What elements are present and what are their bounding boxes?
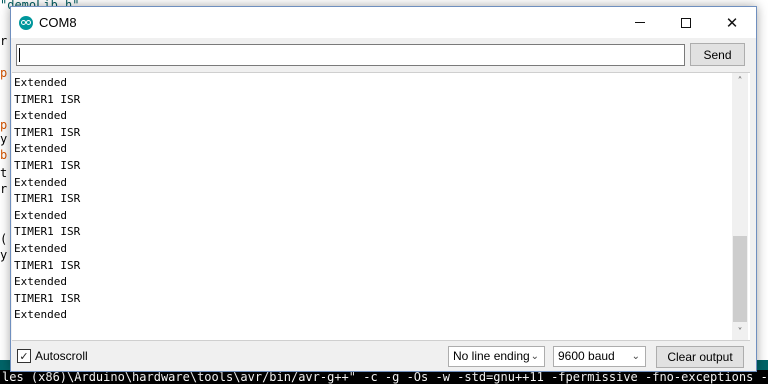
arduino-logo-icon <box>19 16 33 30</box>
serial-output-line: TIMER1 ISR <box>14 291 81 305</box>
editor-code-line: p <box>0 66 8 80</box>
minimize-button[interactable] <box>617 7 663 38</box>
chevron-down-icon: ⌄ <box>530 351 539 362</box>
serial-output-line: Extended <box>14 76 67 89</box>
scroll-down-icon[interactable]: ˅ <box>732 324 748 340</box>
maximize-icon <box>681 17 691 28</box>
title-bar[interactable]: COM8 ✕ <box>11 7 756 38</box>
console-output-line: les (x86)\Arduino\hardware\tools\avr/bin… <box>2 370 768 384</box>
minimize-icon <box>635 22 645 23</box>
serial-output-line: Extended <box>14 175 67 189</box>
editor-code-line: r <box>0 34 8 48</box>
serial-output-line: TIMER1 ISR <box>14 92 81 106</box>
editor-code-area: "demoLib.h"rppybtr(y <box>0 0 79 340</box>
editor-code-line: r <box>0 182 8 196</box>
serial-output-line: Extended <box>14 142 67 156</box>
serial-output-line: TIMER1 ISR <box>14 225 81 239</box>
checkmark-icon: ✓ <box>19 349 29 363</box>
maximize-button[interactable] <box>663 7 709 38</box>
line-ending-value: No line ending <box>453 349 530 363</box>
serial-output-line: TIMER1 ISR <box>14 192 81 206</box>
baud-rate-select[interactable]: 9600 baud ⌄ <box>553 346 646 367</box>
send-button[interactable]: Send <box>690 43 745 66</box>
close-icon: ✕ <box>725 13 739 32</box>
scroll-up-icon[interactable]: ˄ <box>732 73 748 89</box>
compiler-console: les (x86)\Arduino\hardware\tools\avr/bin… <box>0 370 768 384</box>
close-button[interactable]: ✕ <box>709 7 755 38</box>
chevron-down-icon: ⌄ <box>631 351 640 362</box>
serial-output-area[interactable]: Extended TIMER1 ISR Extended TIMER1 ISR Exte… <box>12 72 750 341</box>
editor-code-line: y <box>0 132 8 146</box>
send-message-input[interactable] <box>16 44 685 66</box>
serial-output-line: Extended <box>14 308 67 322</box>
clear-output-button[interactable]: Clear output <box>656 346 744 368</box>
baud-rate-value: 9600 baud <box>558 349 615 363</box>
serial-output-line: Extended <box>14 109 67 123</box>
serial-monitor-window: COM8 ✕ Send Extended TIMER1 ISR Extended TI… <box>10 6 757 372</box>
editor-code-line: ( <box>0 232 8 246</box>
window-title: COM8 <box>39 15 77 30</box>
serial-output-line: Extended <box>14 241 67 255</box>
editor-code-line: b <box>0 148 8 162</box>
monitor-footer: ✓ Autoscroll No line ending ⌄ 9600 baud … <box>11 343 756 371</box>
serial-output-line: TIMER1 ISR <box>14 158 81 172</box>
editor-code-line: y <box>0 248 8 262</box>
serial-output-line: TIMER1 ISR <box>14 258 81 272</box>
output-scrollbar[interactable]: ˄ ˅ <box>732 73 748 340</box>
line-ending-select[interactable]: No line ending ⌄ <box>448 346 545 367</box>
autoscroll-checkbox[interactable]: ✓ <box>17 349 31 363</box>
serial-output-lines: Extended TIMER1 ISR Extended TIMER1 ISR Exte… <box>14 75 80 324</box>
serial-output-line: TIMER1 ISR <box>14 125 81 139</box>
editor-code-line: p <box>0 118 8 132</box>
serial-output-line: Extended <box>14 208 67 222</box>
autoscroll-label[interactable]: Autoscroll <box>35 349 88 363</box>
editor-code-line: t <box>0 166 8 180</box>
scrollbar-thumb[interactable] <box>733 236 747 322</box>
serial-output-line: Extended <box>14 275 67 289</box>
